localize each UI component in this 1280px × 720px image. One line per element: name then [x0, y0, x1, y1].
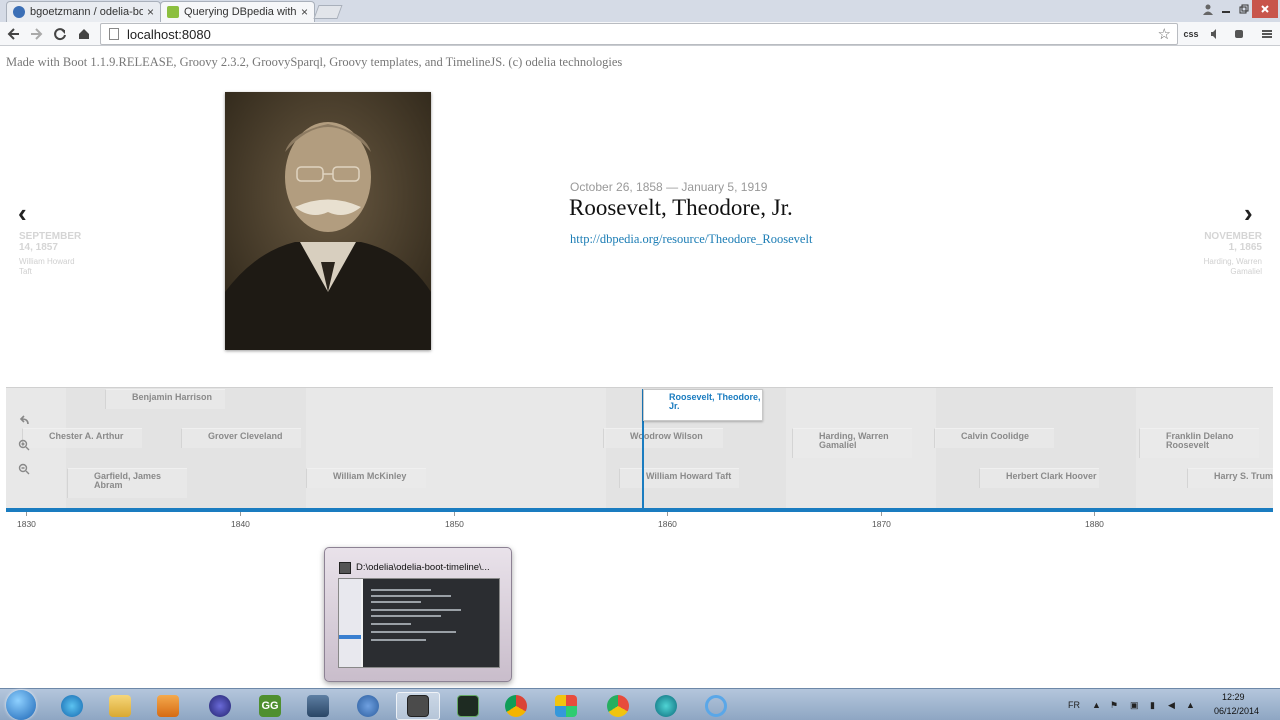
window-close-icon[interactable] [1252, 0, 1278, 18]
axis-tick [1094, 512, 1095, 516]
credits-text: Made with Boot 1.1.9.RELEASE, Groovy 2.3… [6, 55, 623, 69]
file-explorer-icon[interactable] [98, 692, 142, 720]
timeline-marker[interactable]: Chester A. Arthur [22, 428, 142, 448]
zoom-out-icon[interactable] [15, 460, 33, 478]
prev-date-line1[interactable]: SEPTEMBER [19, 231, 81, 242]
tray-app-icon[interactable]: ▣ [1130, 700, 1140, 710]
timeline-marker[interactable]: Harry S. Truma [1187, 468, 1273, 488]
axis-tick [667, 512, 668, 516]
start-button[interactable] [6, 690, 36, 720]
volume-icon[interactable]: ◀ [1168, 700, 1178, 710]
tab-querying-dbpedia[interactable]: Querying DBpedia with Sp × [160, 1, 315, 22]
media-player-icon[interactable] [146, 692, 190, 720]
home-icon[interactable] [74, 24, 94, 44]
tab-close-icon[interactable]: × [301, 5, 308, 19]
slide-date: October 26, 1858 — January 5, 1919 [570, 180, 768, 194]
axis-tick-label: 1860 [658, 519, 677, 529]
timeline-marker[interactable]: Franklin Delano Roosevelt [1139, 428, 1259, 458]
timeline-marker[interactable]: Garfield, James Abram [67, 468, 187, 498]
leaf-favicon-icon [167, 6, 179, 18]
internet-explorer-icon[interactable] [50, 692, 94, 720]
github-favicon-icon [13, 6, 25, 18]
timeline-marker[interactable]: Woodrow Wilson [603, 428, 723, 448]
timeline-nav[interactable]: Benjamin Harrison Chester A. Arthur Grov… [6, 387, 1273, 510]
groovy-grails-icon[interactable]: GG [248, 692, 292, 720]
new-tab-button[interactable] [313, 5, 343, 19]
axis-tick [454, 512, 455, 516]
axis-tick-label: 1830 [17, 519, 36, 529]
clock-time[interactable]: 12:29 [1222, 692, 1245, 702]
google-drive-icon[interactable]: ▲ [1186, 700, 1196, 710]
console-icon[interactable] [446, 692, 490, 720]
keepass-icon[interactable] [346, 692, 390, 720]
eclipse-icon[interactable] [198, 692, 242, 720]
design-tool-icon[interactable] [296, 692, 340, 720]
next-date-line1[interactable]: NOVEMBER [1204, 231, 1262, 242]
next-date-line2[interactable]: 1, 1865 [1229, 242, 1262, 253]
address-url[interactable]: localhost:8080 [127, 27, 1158, 42]
prev-name-line1[interactable]: William Howard [19, 257, 75, 266]
picasa-icon[interactable] [596, 692, 640, 720]
timeline-axis [6, 508, 1273, 512]
network-icon[interactable]: ▮ [1150, 700, 1160, 710]
axis-tick [240, 512, 241, 516]
sublime-text-icon[interactable] [396, 692, 440, 720]
timeline-marker[interactable]: Harding, Warren Gamaliel [792, 428, 912, 458]
axis-tick-label: 1880 [1085, 519, 1104, 529]
era-band [936, 388, 1136, 510]
timeline-marker[interactable]: Grover Cleveland [181, 428, 301, 448]
prev-name-line2[interactable]: Taft [19, 267, 32, 276]
bookmark-star-icon[interactable]: ☆ [1158, 25, 1171, 43]
forward-arrow-icon[interactable] [26, 24, 46, 44]
timeline-marker[interactable]: Calvin Coolidge [934, 428, 1054, 448]
slide-title: Roosevelt, Theodore, Jr. [569, 195, 793, 220]
show-hidden-icons-icon[interactable]: ▲ [1092, 700, 1102, 710]
language-indicator[interactable]: FR [1068, 700, 1080, 710]
timeline-marker[interactable]: William Howard Taft [619, 468, 739, 488]
css-extension-icon[interactable]: css [1182, 26, 1200, 42]
back-arrow-icon[interactable] [4, 24, 24, 44]
reload-icon[interactable] [50, 24, 70, 44]
active-timeline-marker[interactable]: Roosevelt, Theodore, Jr. [643, 389, 763, 421]
zoom-in-icon[interactable] [15, 436, 33, 454]
console-window-icon [339, 562, 351, 574]
taskbar-window-preview[interactable]: D:\odelia\odelia-boot-timeline\... [324, 547, 512, 682]
next-slide-arrow-icon[interactable]: › [1244, 198, 1253, 229]
action-center-icon[interactable]: ⚑ [1110, 700, 1120, 710]
axis-tick-label: 1870 [872, 519, 891, 529]
preview-window-title: D:\odelia\odelia-boot-timeline\... [356, 562, 490, 573]
prev-date-line2[interactable]: 14, 1857 [19, 242, 58, 253]
audio-extension-icon[interactable] [1206, 26, 1224, 42]
browser-toolbar: localhost:8080 ☆ css [0, 22, 1280, 46]
page-icon [109, 28, 119, 40]
back-to-start-icon[interactable] [15, 412, 33, 430]
slide-link[interactable]: http://dbpedia.org/resource/Theodore_Roo… [570, 232, 812, 247]
tab-close-icon[interactable]: × [147, 5, 154, 19]
axis-tick-label: 1850 [445, 519, 464, 529]
portrait-image [225, 92, 431, 350]
network-app-icon[interactable] [644, 692, 688, 720]
browser-tabstrip: bgoetzmann / odelia-boo × Querying DBped… [0, 0, 1280, 22]
tab-label: Querying DBpedia with Sp [184, 6, 297, 18]
timeline-marker[interactable]: William McKinley [306, 468, 426, 488]
timeline-marker[interactable]: Herbert Clark Hoover [979, 468, 1099, 488]
prev-slide-arrow-icon[interactable]: ‹ [18, 198, 27, 229]
address-bar[interactable]: localhost:8080 ☆ [100, 23, 1178, 45]
extension-icon[interactable] [1230, 26, 1248, 42]
windows-taskbar: GG FR ▲ ⚑ ▣ ▮ ◀ ▲ 12:29 06/12/2014 [0, 688, 1280, 720]
next-name-line1[interactable]: Harding, Warren [1204, 257, 1262, 266]
axis-tick [26, 512, 27, 516]
tab-github[interactable]: bgoetzmann / odelia-boo × [6, 1, 161, 22]
clock-date[interactable]: 06/12/2014 [1214, 706, 1259, 716]
circle-app-icon[interactable] [694, 692, 738, 720]
next-name-line2[interactable]: Gamaliel [1230, 267, 1262, 276]
preview-thumbnail[interactable] [338, 578, 500, 668]
menu-icon[interactable] [1258, 26, 1276, 42]
axis-tick-label: 1840 [231, 519, 250, 529]
axis-tick [881, 512, 882, 516]
tab-label: bgoetzmann / odelia-boo [30, 6, 143, 18]
apps-grid-icon[interactable] [544, 692, 588, 720]
timeline-marker[interactable]: Benjamin Harrison [105, 389, 225, 409]
chrome-icon[interactable] [494, 692, 538, 720]
